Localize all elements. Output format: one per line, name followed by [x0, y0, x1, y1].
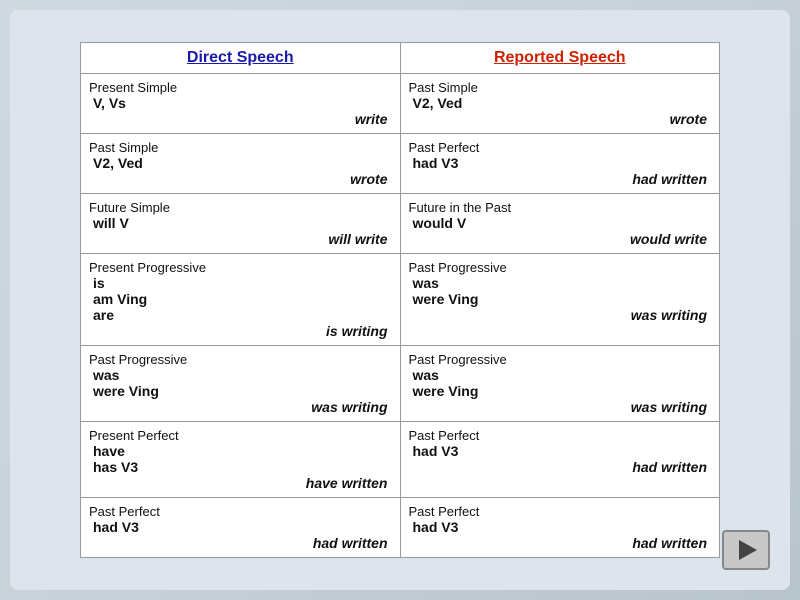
direct-cell-2: Future Simplewill Vwill write	[81, 194, 401, 254]
reported-tense-form-5: had V3	[413, 443, 712, 459]
reported-tense-name-0: Past Simple	[409, 80, 712, 95]
direct-tense-name-6: Past Perfect	[89, 504, 392, 519]
reported-tense-name-4: Past Progressive	[409, 352, 712, 367]
reported-tense-name-3: Past Progressive	[409, 260, 712, 275]
play-triangle-icon	[739, 540, 757, 560]
page-container: Direct Speech Reported Speech Present Si…	[10, 10, 790, 590]
direct-tense-name-0: Present Simple	[89, 80, 392, 95]
direct-tense-form-0: V, Vs	[93, 95, 392, 111]
direct-tense-name-5: Present Perfect	[89, 428, 392, 443]
reported-example-4: was writing	[409, 399, 708, 415]
direct-tense-form-1: V2, Ved	[93, 155, 392, 171]
direct-tense-form-3: isam Vingare	[93, 275, 392, 323]
reported-cell-5: Past Perfecthad V3had written	[400, 422, 720, 498]
header-direct: Direct Speech	[81, 43, 401, 74]
reported-example-1: had written	[409, 171, 708, 187]
direct-tense-name-4: Past Progressive	[89, 352, 392, 367]
reported-tense-name-6: Past Perfect	[409, 504, 712, 519]
direct-example-5: have written	[89, 475, 388, 491]
direct-example-3: is writing	[89, 323, 388, 339]
reported-cell-0: Past SimpleV2, Vedwrote	[400, 74, 720, 134]
reported-tense-name-5: Past Perfect	[409, 428, 712, 443]
reported-example-3: was writing	[409, 307, 708, 323]
direct-cell-5: Present Perfecthavehas V3have written	[81, 422, 401, 498]
reported-tense-form-0: V2, Ved	[413, 95, 712, 111]
reported-example-0: wrote	[409, 111, 708, 127]
direct-example-4: was writing	[89, 399, 388, 415]
direct-tense-form-6: had V3	[93, 519, 392, 535]
direct-cell-3: Present Progressiveisam Vingareis writin…	[81, 254, 401, 346]
direct-tense-form-4: waswere Ving	[93, 367, 392, 399]
reported-cell-1: Past Perfecthad V3had written	[400, 134, 720, 194]
direct-cell-4: Past Progressivewaswere Vingwas writing	[81, 346, 401, 422]
direct-cell-1: Past SimpleV2, Vedwrote	[81, 134, 401, 194]
reported-tense-form-4: waswere Ving	[413, 367, 712, 399]
reported-tense-form-6: had V3	[413, 519, 712, 535]
reported-cell-6: Past Perfecthad V3had written	[400, 498, 720, 558]
direct-tense-name-3: Present Progressive	[89, 260, 392, 275]
reported-tense-form-3: waswere Ving	[413, 275, 712, 307]
reported-tense-name-2: Future in the Past	[409, 200, 712, 215]
direct-example-2: will write	[89, 231, 388, 247]
direct-example-1: wrote	[89, 171, 388, 187]
reported-example-5: had written	[409, 459, 708, 475]
reported-cell-3: Past Progressivewaswere Vingwas writing	[400, 254, 720, 346]
direct-cell-0: Present SimpleV, Vswrite	[81, 74, 401, 134]
direct-tense-name-2: Future Simple	[89, 200, 392, 215]
play-button[interactable]	[722, 530, 770, 570]
reported-example-6: had written	[409, 535, 708, 551]
header-reported: Reported Speech	[400, 43, 720, 74]
direct-example-6: had written	[89, 535, 388, 551]
reported-example-2: would write	[409, 231, 708, 247]
reported-cell-4: Past Progressivewaswere Vingwas writing	[400, 346, 720, 422]
reported-tense-form-1: had V3	[413, 155, 712, 171]
direct-tense-name-1: Past Simple	[89, 140, 392, 155]
reported-tense-name-1: Past Perfect	[409, 140, 712, 155]
direct-example-0: write	[89, 111, 388, 127]
reported-cell-2: Future in the Pastwould Vwould write	[400, 194, 720, 254]
direct-tense-form-2: will V	[93, 215, 392, 231]
direct-cell-6: Past Perfecthad V3had written	[81, 498, 401, 558]
table-wrapper: Direct Speech Reported Speech Present Si…	[80, 42, 720, 558]
grammar-table: Direct Speech Reported Speech Present Si…	[80, 42, 720, 558]
direct-tense-form-5: havehas V3	[93, 443, 392, 475]
reported-tense-form-2: would V	[413, 215, 712, 231]
